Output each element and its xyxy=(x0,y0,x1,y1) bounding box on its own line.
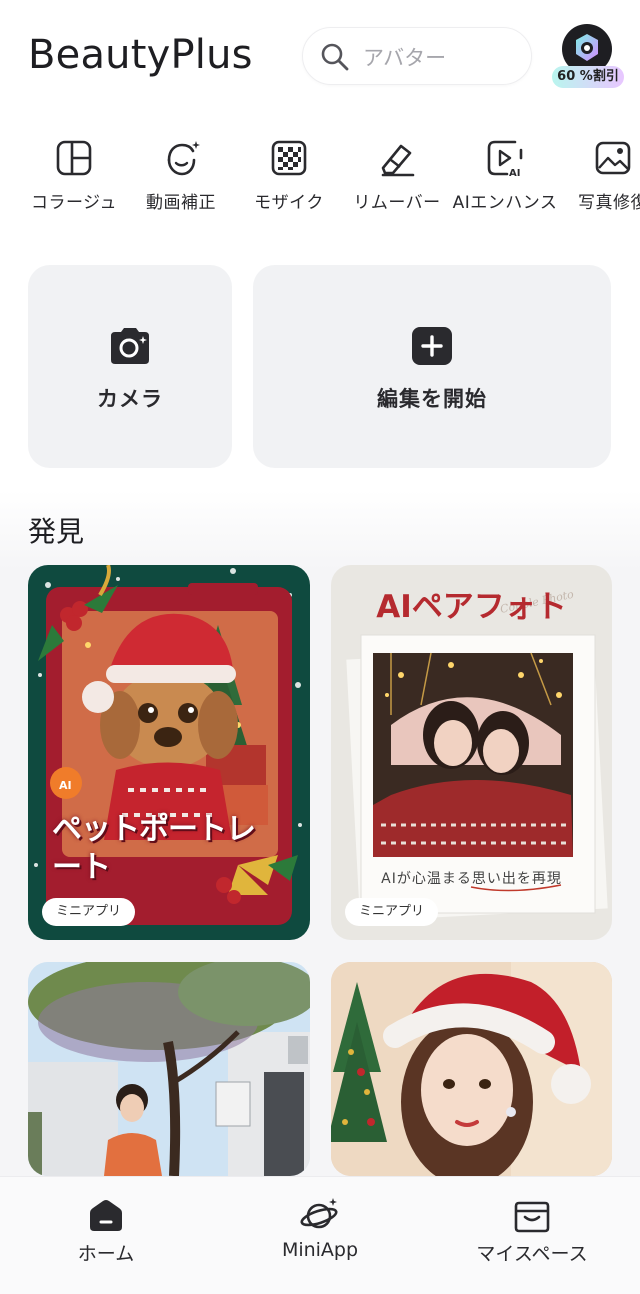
nav-home[interactable]: ホーム xyxy=(26,1197,186,1266)
nav-myspace[interactable]: マイスペース xyxy=(452,1197,612,1266)
home-icon xyxy=(90,1200,122,1231)
eraser-icon xyxy=(381,144,415,177)
card-title: AIペアフォト xyxy=(376,589,567,625)
header: BeautyPlus アバター 60 %割引 xyxy=(0,0,640,110)
santa-portrait-illustration xyxy=(331,962,612,1176)
miniapp-tag: ミニアプリ xyxy=(345,898,439,926)
svg-text:AI: AI xyxy=(59,779,72,792)
discover-section: 発見 AI ペットポートレート ミニアプリ Couple Photo AIペアフ… xyxy=(0,490,640,1294)
collage-icon xyxy=(56,140,92,176)
nav-miniapp[interactable]: MiniApp xyxy=(240,1197,400,1261)
face-retouch-icon xyxy=(167,141,200,176)
search-input[interactable]: アバター xyxy=(302,27,532,85)
tool-mosaic[interactable]: モザイク xyxy=(230,130,348,214)
tool-video-retouch[interactable]: 動画補正 xyxy=(122,130,240,214)
bag-icon xyxy=(514,1201,550,1233)
miniapp-tag: ミニアプリ xyxy=(42,898,136,926)
tool-label: モザイク xyxy=(254,193,324,213)
card-subtitle: AIが心温まる思い出を再現 xyxy=(381,871,562,887)
feature-card-ai-pair-photo[interactable]: Couple Photo AIペアフォト AIが心温まる思い出を再現 ミニアプリ xyxy=(331,565,612,940)
feature-card-street-photo[interactable] xyxy=(28,962,310,1176)
discount-badge: 60 %割引 xyxy=(552,66,624,88)
nav-label: マイスペース xyxy=(476,1243,588,1265)
card-title: ペットポートレート xyxy=(52,812,256,885)
feature-card-pet-portrait[interactable]: AI ペットポートレート ミニアプリ xyxy=(28,565,310,940)
app-title: BeautyPlus xyxy=(28,32,253,78)
tool-collage[interactable]: コラージュ xyxy=(15,130,133,214)
photo-repair-icon xyxy=(595,141,631,175)
tool-label: コラージュ xyxy=(31,193,117,213)
ai-enhance-icon: AI xyxy=(487,140,523,178)
camera-button[interactable]: カメラ xyxy=(28,265,232,468)
tool-label: AIエンハンス xyxy=(452,193,558,213)
nav-label: MiniApp xyxy=(281,1239,359,1261)
section-title: 発見 xyxy=(28,515,85,548)
bottom-nav: ホーム MiniApp マイスペース xyxy=(0,1176,640,1294)
search-icon xyxy=(321,43,349,71)
svg-text:AI: AI xyxy=(509,168,520,178)
premium-promo-button[interactable]: 60 %割引 xyxy=(552,22,624,90)
tool-remover[interactable]: リムーバー xyxy=(338,130,456,214)
camera-icon xyxy=(111,328,149,364)
nav-label: ホーム xyxy=(77,1243,135,1265)
tool-ai-enhance[interactable]: AI AIエンハンス xyxy=(446,130,564,214)
mosaic-icon xyxy=(271,140,307,176)
camera-label: カメラ xyxy=(97,387,163,411)
plus-icon xyxy=(412,327,452,365)
planet-icon xyxy=(300,1198,338,1229)
tools-row: コラージュ 動画補正 モザイク リムーバー AI AIエンハンス 写真修復 xyxy=(0,130,640,250)
feature-card-santa-portrait[interactable] xyxy=(331,962,612,1176)
search-placeholder: アバター xyxy=(363,46,447,70)
start-edit-button[interactable]: 編集を開始 xyxy=(253,265,611,468)
tool-label: 写真修復 xyxy=(578,193,640,213)
tool-photo-repair[interactable]: 写真修復 xyxy=(554,130,640,214)
street-photo-illustration xyxy=(28,962,310,1176)
start-edit-label: 編集を開始 xyxy=(377,387,487,411)
tool-label: リムーバー xyxy=(353,193,441,213)
tool-label: 動画補正 xyxy=(146,193,216,213)
